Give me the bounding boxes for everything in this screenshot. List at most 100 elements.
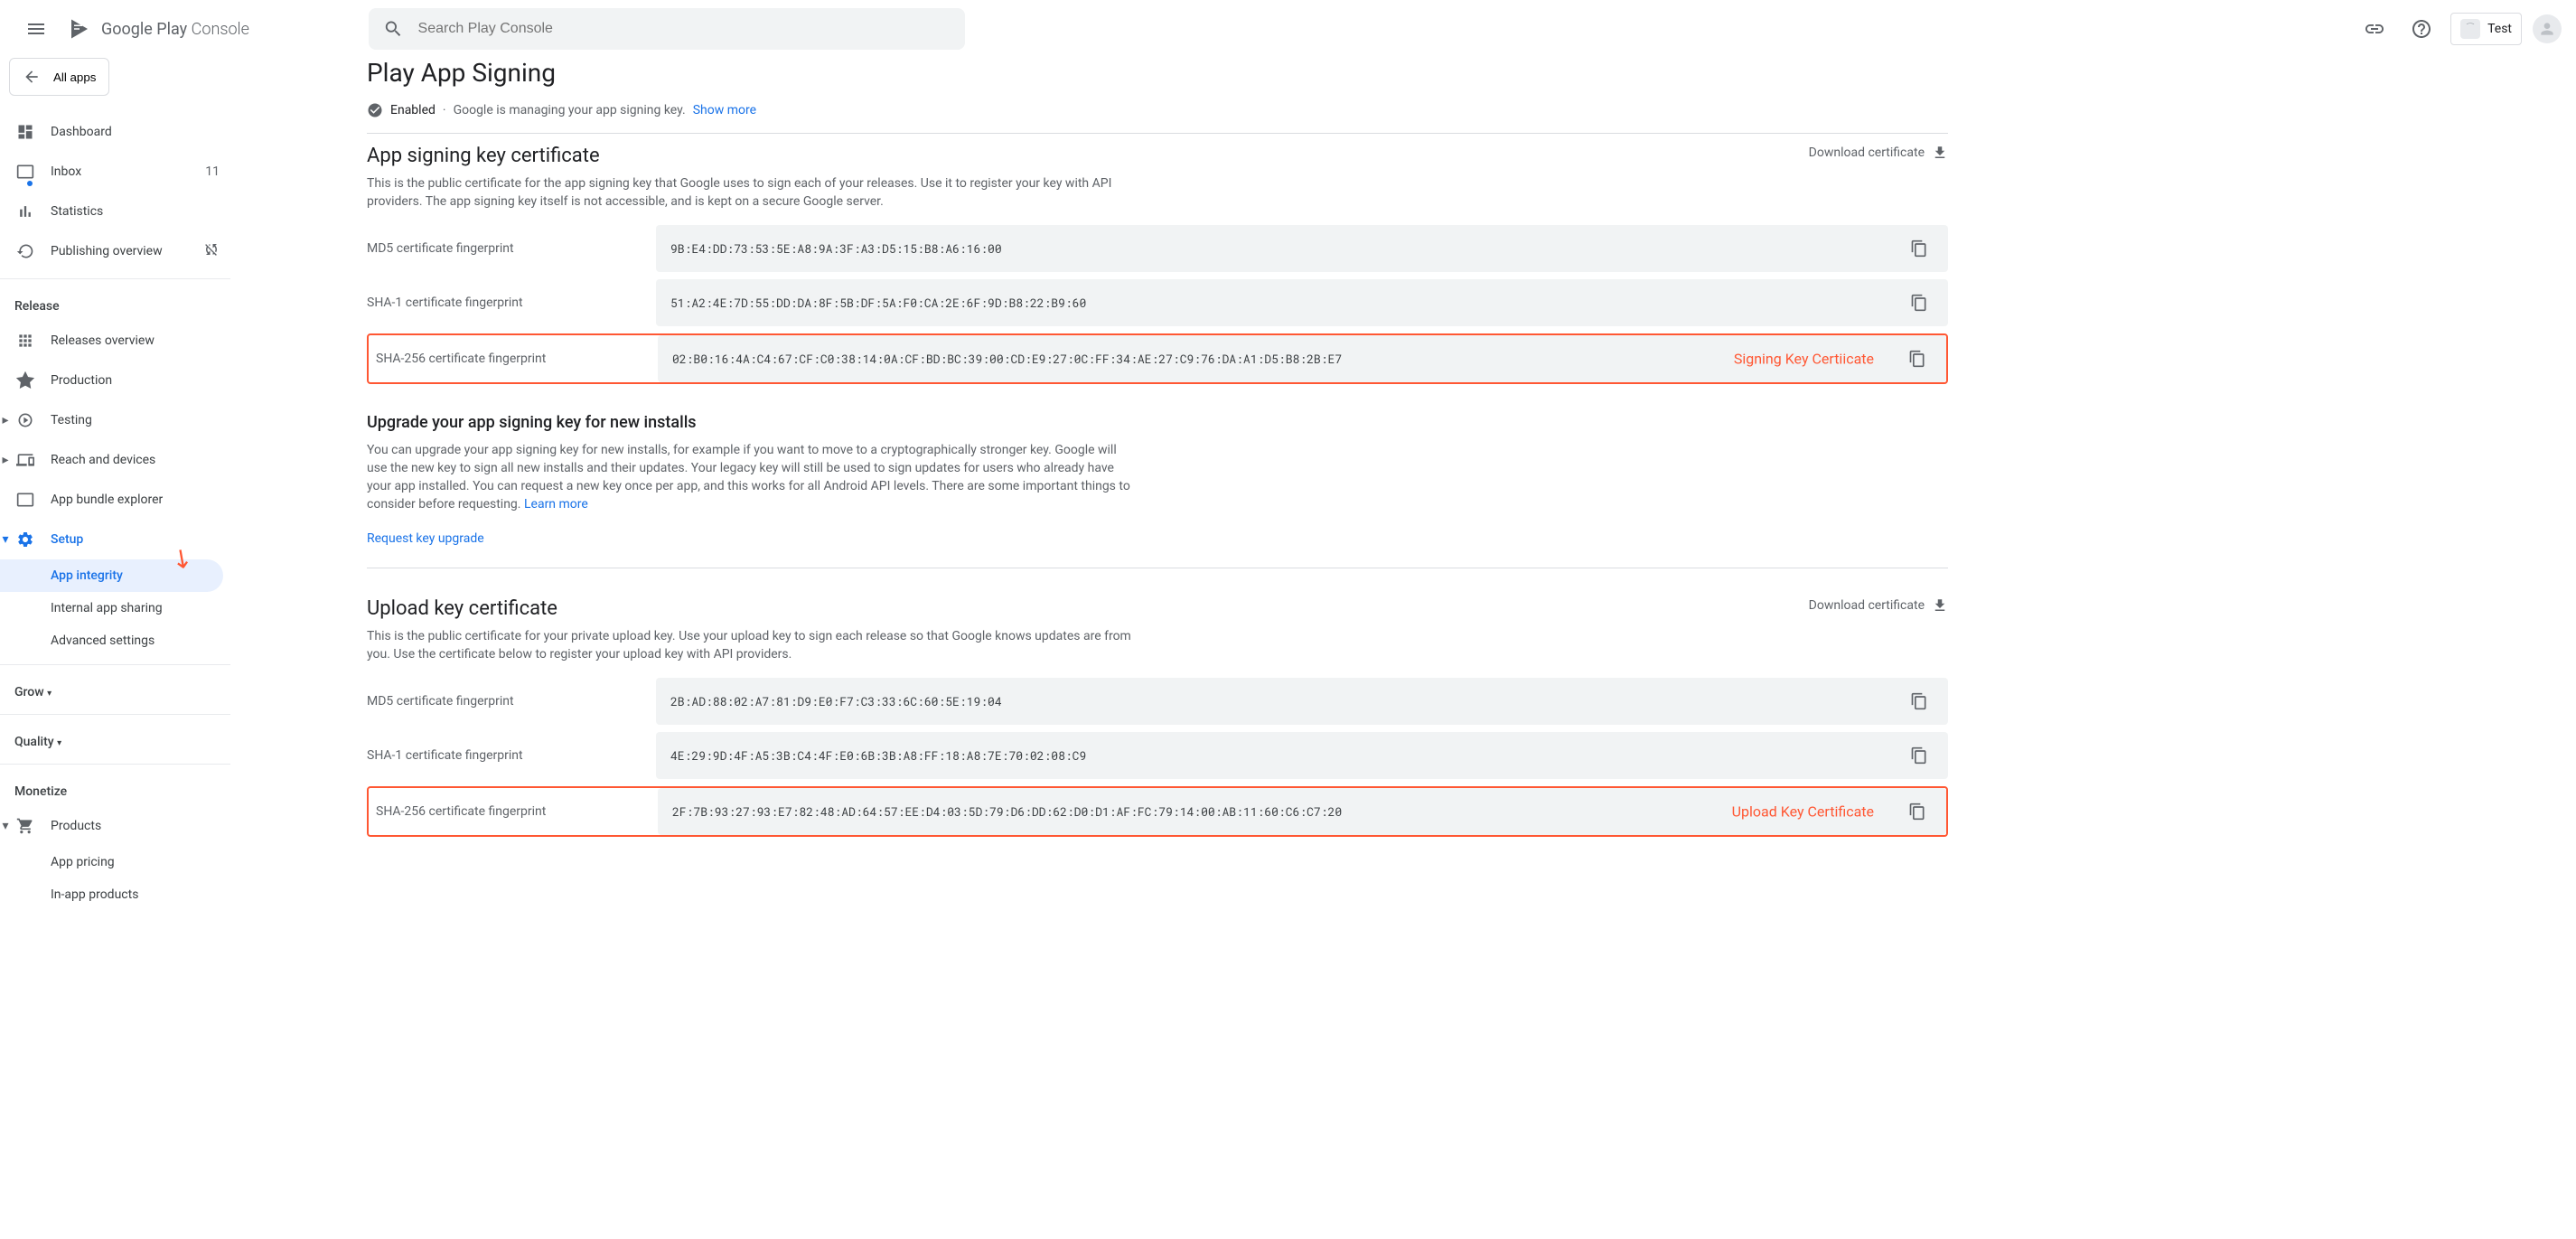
caret-down-icon: ▾	[0, 819, 11, 833]
upload-cert-desc: This is the public certificate for your …	[367, 627, 1135, 663]
sha1-value-wrap: 51:A2:4E:7D:55:DD:DA:8F:5B:DF:5A:F0:CA:2…	[656, 279, 1948, 326]
app-name: Test	[2487, 22, 2512, 36]
copy-upload-sha256-button[interactable]	[1901, 795, 1934, 828]
copy-sha256-button[interactable]	[1901, 343, 1934, 375]
upload-sha256-label: SHA-256 certificate fingerprint	[369, 804, 658, 819]
stats-icon	[14, 201, 36, 222]
status-row: Enabled · Google is managing your app si…	[367, 102, 1948, 134]
copy-icon	[1910, 746, 1928, 765]
caret-icon: ▸	[0, 413, 11, 427]
caret-down-icon: ▾	[0, 532, 11, 547]
nav-internal-sharing[interactable]: Internal app sharing	[0, 592, 230, 624]
nav-dashboard[interactable]: Dashboard	[0, 112, 230, 152]
nav-inbox[interactable]: Inbox 11	[0, 152, 230, 192]
copy-icon	[1908, 803, 1926, 821]
nav-advanced-settings[interactable]: Advanced settings	[0, 624, 230, 657]
app-icon	[2460, 19, 2480, 39]
nav-setup[interactable]: ▾ Setup	[0, 520, 230, 559]
dashboard-icon	[14, 121, 36, 143]
cart-icon	[14, 815, 36, 837]
nav-production[interactable]: Production	[0, 361, 230, 400]
app-selector[interactable]: Test	[2450, 13, 2522, 45]
logo[interactable]: Google Play Console	[58, 18, 249, 40]
upload-sha1-label: SHA-1 certificate fingerprint	[367, 748, 656, 763]
nav-products[interactable]: ▾ Products	[0, 806, 230, 846]
testing-icon	[14, 409, 36, 431]
notification-dot	[27, 181, 33, 186]
md5-value: 9B:E4:DD:73:53:5E:A8:9A:3F:A3:D5:15:B8:A…	[670, 240, 1002, 257]
upload-sha256-value: 2F:7B:93:27:93:E7:82:48:AD:64:57:EE:D4:0…	[672, 803, 1342, 820]
nav-publishing-overview[interactable]: Publishing overview	[0, 231, 230, 271]
download-icon	[1932, 597, 1948, 614]
nav-testing[interactable]: ▸ Testing	[0, 400, 230, 440]
request-key-upgrade-link[interactable]: Request key upgrade	[367, 531, 484, 546]
upgrade-title: Upgrade your app signing key for new ins…	[367, 413, 1948, 432]
md5-label: MD5 certificate fingerprint	[367, 241, 656, 256]
signing-annotation: Signing Key Certiicate	[1734, 351, 1874, 368]
release-section-title: Release	[0, 286, 230, 321]
sha256-label: SHA-256 certificate fingerprint	[369, 352, 658, 366]
nav-releases-overview[interactable]: Releases overview	[0, 321, 230, 361]
nav-app-bundle[interactable]: App bundle explorer	[0, 480, 230, 520]
copy-icon	[1908, 350, 1926, 368]
caret-icon: ▸	[0, 453, 11, 467]
nav-reach-devices[interactable]: ▸ Reach and devices	[0, 440, 230, 480]
upload-md5-label: MD5 certificate fingerprint	[367, 694, 656, 709]
menu-button[interactable]	[14, 7, 58, 51]
copy-upload-sha1-button[interactable]	[1903, 739, 1935, 772]
sha1-label: SHA-1 certificate fingerprint	[367, 296, 656, 310]
production-icon	[14, 370, 36, 391]
inbox-icon	[14, 161, 36, 183]
signing-cert-title: App signing key certificate	[367, 145, 1135, 167]
upload-md5-value: 2B:AD:88:02:A7:81:D9:E0:F7:C3:33:6C:60:5…	[670, 693, 1002, 709]
signing-md5-row: MD5 certificate fingerprint 9B:E4:DD:73:…	[367, 225, 1948, 272]
search-input[interactable]	[418, 21, 951, 37]
upload-annotation: Upload Key Certificate	[1732, 803, 1874, 821]
nav-app-integrity[interactable]: App integrity	[0, 559, 223, 592]
upload-cert-header: Upload key certificate This is the publi…	[367, 597, 1948, 678]
download-signing-cert[interactable]: Download certificate	[1809, 145, 1948, 161]
help-button[interactable]	[2403, 11, 2440, 47]
upload-sha1-value: 4E:29:9D:4F:A5:3B:C4:4F:E0:6B:3B:A8:FF:1…	[670, 747, 1086, 764]
link-button[interactable]	[2356, 11, 2393, 47]
learn-more-link[interactable]: Learn more	[524, 497, 588, 512]
signing-sha1-row: SHA-1 certificate fingerprint 51:A2:4E:7…	[367, 279, 1948, 326]
nav-in-app-products[interactable]: In-app products	[0, 878, 230, 911]
grow-section-title[interactable]: Grow ▾	[0, 672, 230, 707]
releases-icon	[14, 330, 36, 352]
copy-sha1-button[interactable]	[1903, 286, 1935, 319]
copy-icon	[1910, 692, 1928, 710]
nav-statistics[interactable]: Statistics	[0, 192, 230, 231]
inbox-count: 11	[205, 164, 220, 179]
nav-app-pricing[interactable]: App pricing	[0, 846, 230, 878]
nav-section-grow: Grow ▾	[0, 665, 230, 715]
all-apps-button[interactable]: All apps	[9, 58, 109, 96]
link-icon	[2364, 18, 2385, 40]
md5-value-wrap: 9B:E4:DD:73:53:5E:A8:9A:3F:A3:D5:15:B8:A…	[656, 225, 1948, 272]
download-upload-cert[interactable]: Download certificate	[1809, 597, 1948, 614]
copy-upload-md5-button[interactable]	[1903, 685, 1935, 718]
logo-text: Google Play Console	[101, 20, 249, 39]
user-avatar[interactable]	[2533, 14, 2562, 43]
nav-section-quality: Quality ▾	[0, 715, 230, 765]
sync-off-icon	[203, 241, 220, 261]
all-apps-label: All apps	[53, 70, 96, 84]
upload-sha256-row: SHA-256 certificate fingerprint 2F:7B:93…	[367, 786, 1948, 837]
search-box[interactable]	[369, 8, 965, 50]
nav-section-main: Dashboard Inbox 11 Statistics Publishing…	[0, 105, 230, 279]
page-title: Play App Signing	[367, 58, 1948, 88]
upload-md5-row: MD5 certificate fingerprint 2B:AD:88:02:…	[367, 678, 1948, 725]
devices-icon	[14, 449, 36, 471]
upgrade-section: Upgrade your app signing key for new ins…	[367, 413, 1948, 568]
search-icon	[383, 18, 404, 40]
upload-md5-value-wrap: 2B:AD:88:02:A7:81:D9:E0:F7:C3:33:6C:60:5…	[656, 678, 1948, 725]
show-more-link[interactable]: Show more	[693, 103, 756, 117]
check-circle-icon	[367, 102, 383, 118]
enabled-label: Enabled	[390, 103, 436, 117]
copy-icon	[1910, 294, 1928, 312]
nav-section-release: Release Releases overview Production ▸ T…	[0, 279, 230, 665]
copy-md5-button[interactable]	[1903, 232, 1935, 265]
bundle-icon	[14, 489, 36, 511]
quality-section-title[interactable]: Quality ▾	[0, 722, 230, 756]
sha1-value: 51:A2:4E:7D:55:DD:DA:8F:5B:DF:5A:F0:CA:2…	[670, 295, 1086, 311]
